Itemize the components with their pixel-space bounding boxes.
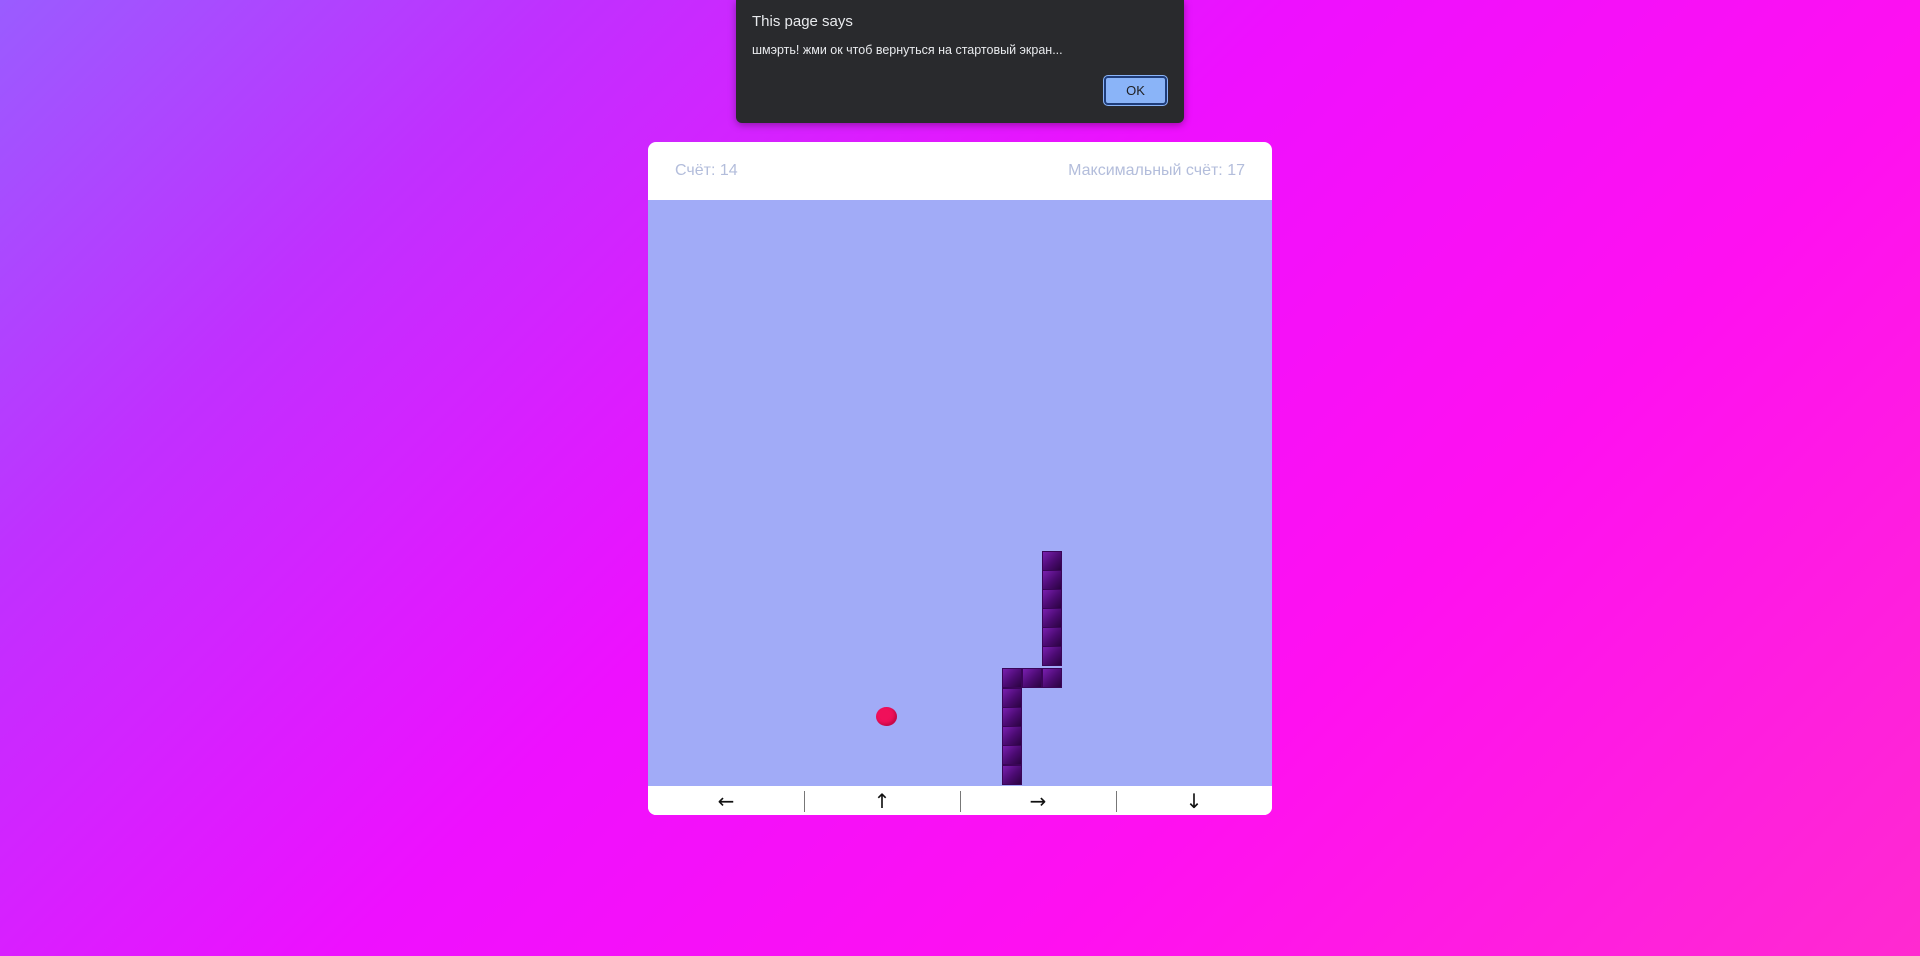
snake-segment (1002, 668, 1022, 688)
snake-segment (1002, 726, 1022, 746)
snake-segment (1042, 668, 1062, 688)
snake-segment (1002, 765, 1022, 785)
snake-segment (1042, 551, 1062, 571)
snake-segment (1022, 668, 1042, 688)
game-card: Счёт: 14 Максимальный счёт: 17 ← ↑ → ↓ (648, 142, 1272, 815)
snake-segment (1002, 745, 1022, 765)
alert-dialog: This page says шмэрть! жми ок чтоб верну… (736, 0, 1184, 123)
food-dot (876, 707, 897, 726)
up-arrow-button[interactable]: ↑ (804, 786, 960, 815)
controls-bar: ← ↑ → ↓ (648, 786, 1272, 815)
snake-segment (1042, 608, 1062, 628)
snake-segment (1042, 570, 1062, 590)
max-score-label: Максимальный счёт: 17 (1068, 162, 1245, 179)
snake-segment (1002, 707, 1022, 727)
snake-segment (1042, 589, 1062, 609)
snake-segment (1042, 646, 1062, 666)
left-arrow-button[interactable]: ← (648, 786, 804, 815)
dialog-message: шмэрть! жми ок чтоб вернуться на стартов… (752, 43, 1063, 57)
score-bar: Счёт: 14 Максимальный счёт: 17 (648, 142, 1272, 200)
dialog-title: This page says (752, 13, 853, 30)
down-arrow-button[interactable]: ↓ (1116, 786, 1272, 815)
game-field[interactable] (648, 200, 1272, 786)
score-label: Счёт: 14 (675, 162, 738, 179)
dialog-ok-button[interactable]: OK (1104, 76, 1167, 105)
snake-segment (1042, 627, 1062, 647)
snake-segment (1002, 688, 1022, 708)
right-arrow-button[interactable]: → (960, 786, 1116, 815)
